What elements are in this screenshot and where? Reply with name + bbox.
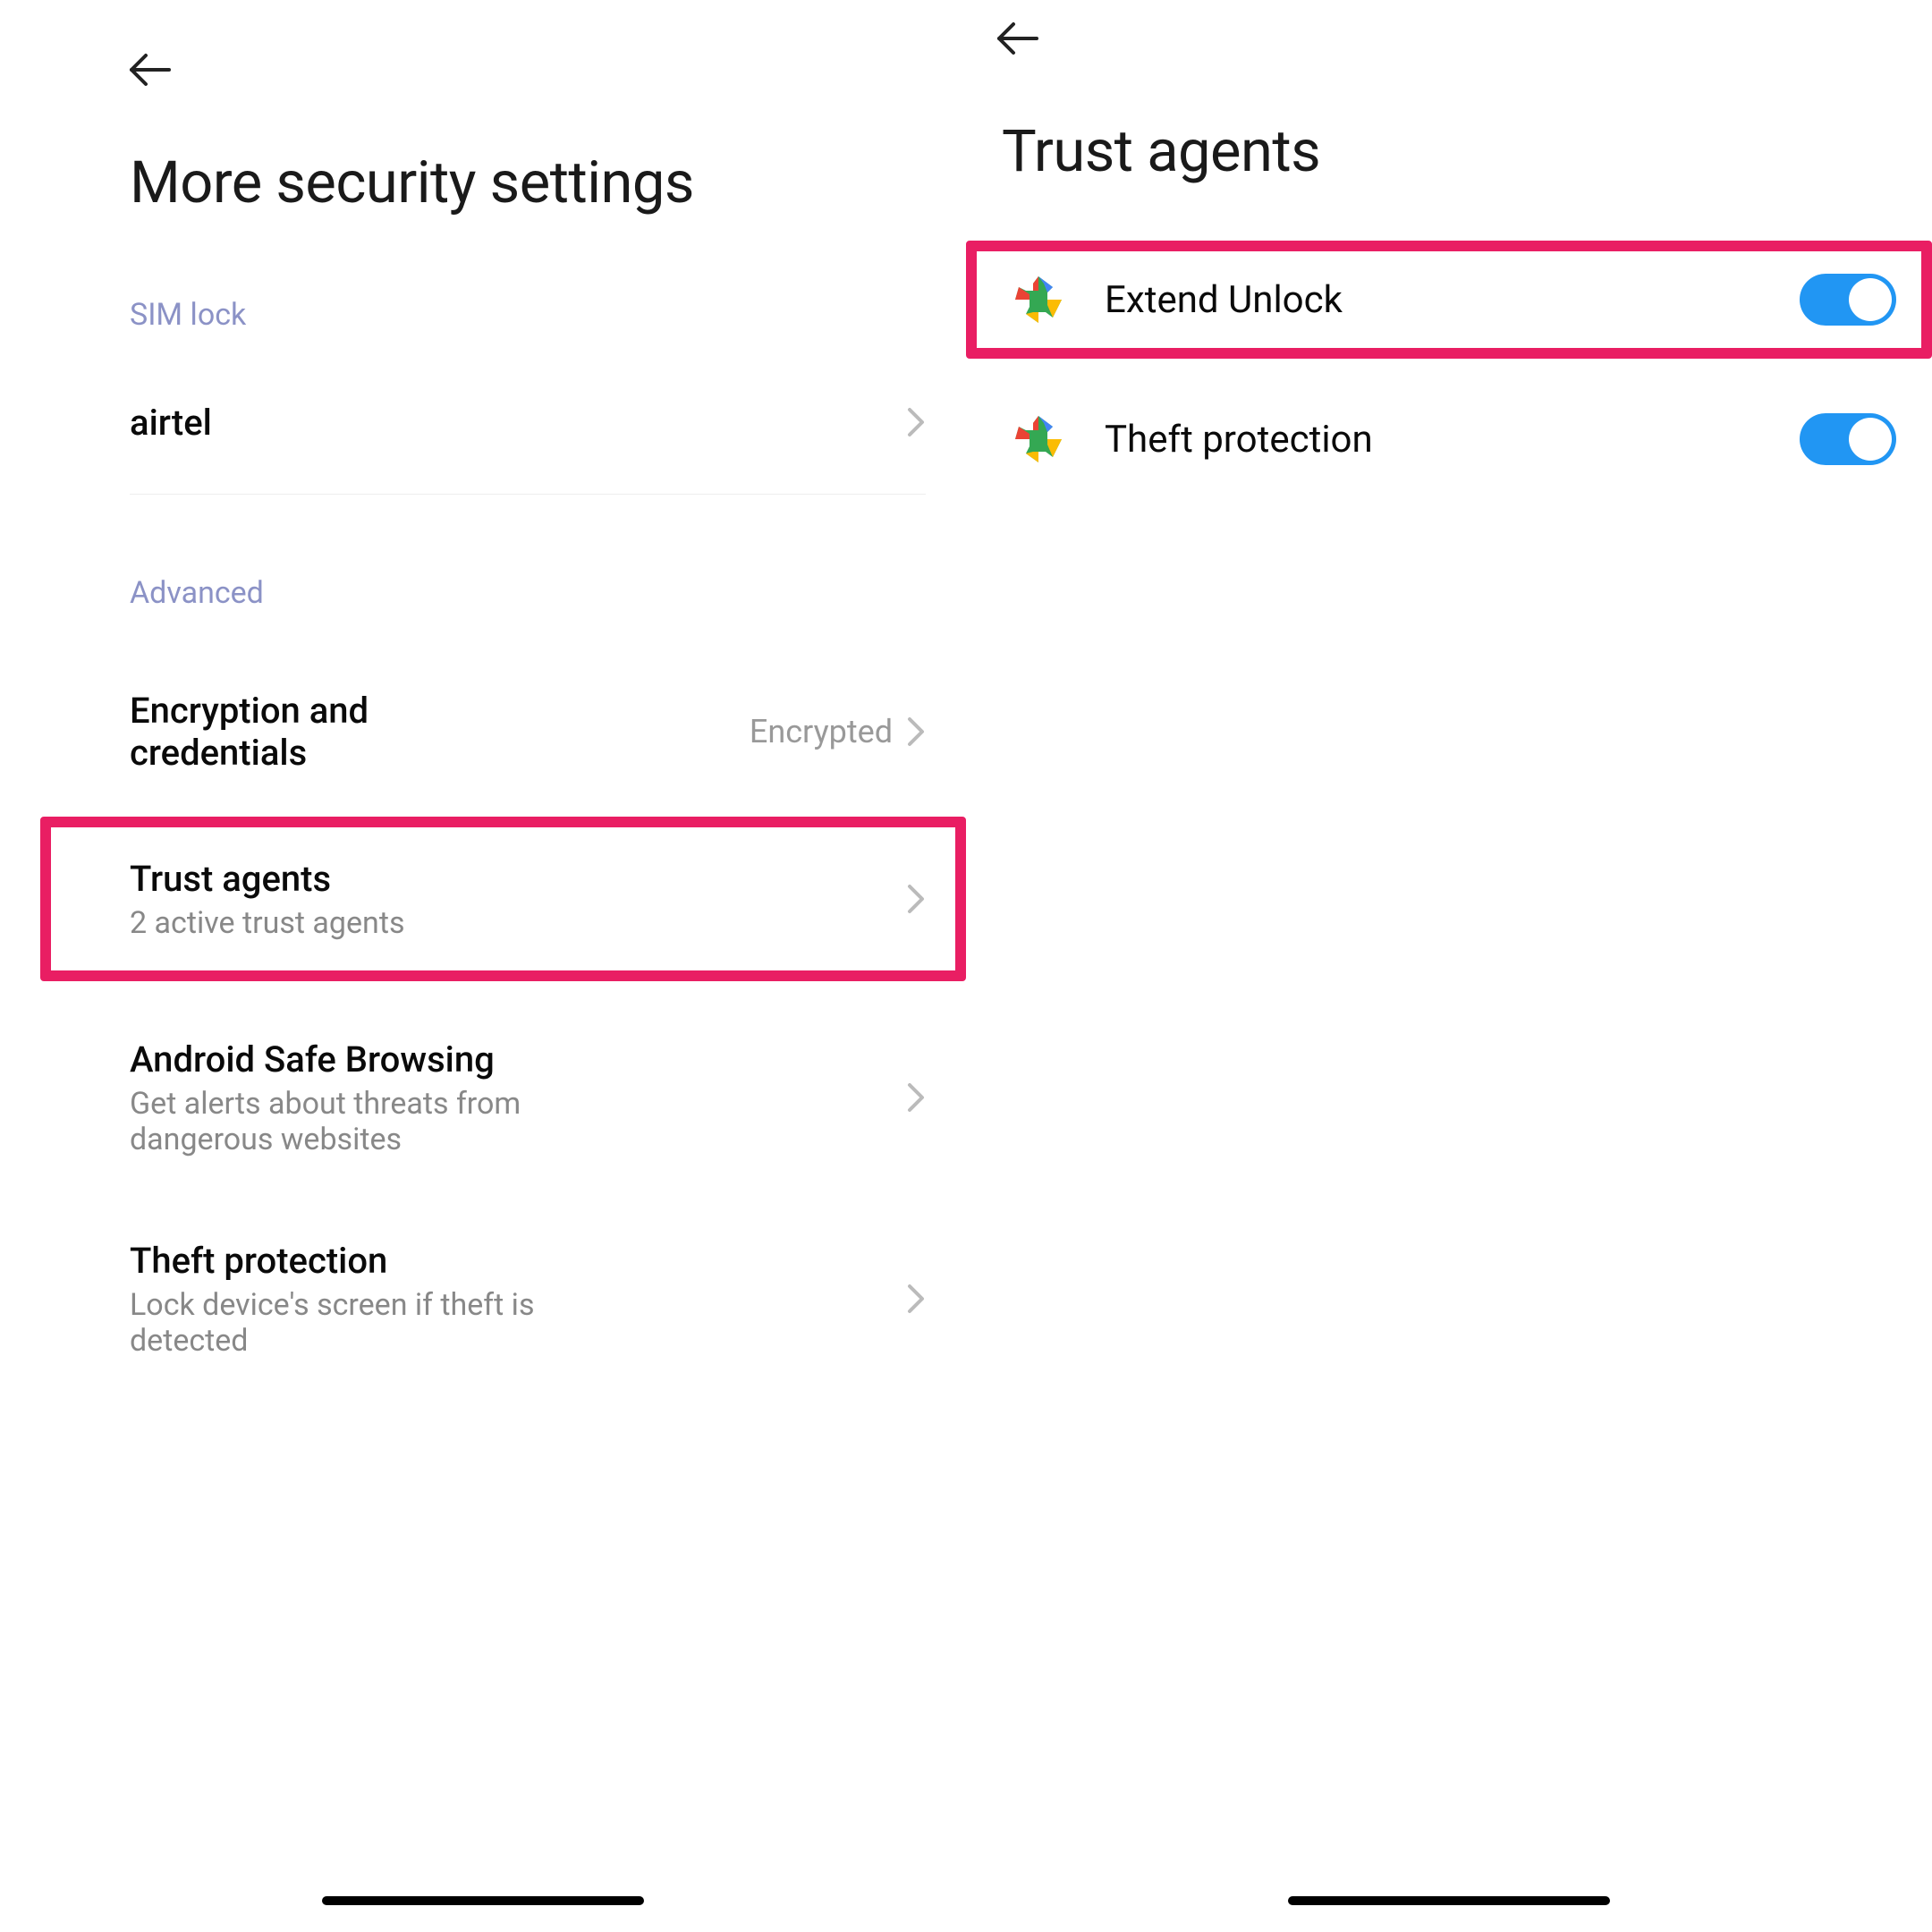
list-item-airtel[interactable]: airtel <box>0 369 966 476</box>
divider <box>130 494 926 495</box>
list-item-title: Android Safe Browsing <box>130 1038 906 1080</box>
nav-indicator[interactable] <box>322 1896 644 1905</box>
nav-indicator[interactable] <box>1288 1896 1610 1905</box>
back-arrow-icon <box>126 52 174 88</box>
list-item-subtitle: 2 active trust agents <box>130 905 906 941</box>
agent-title: Theft protection <box>1105 418 1800 462</box>
google-play-services-icon <box>1015 276 1062 323</box>
toggle-extend-unlock[interactable] <box>1800 274 1896 326</box>
list-item-right <box>906 1283 926 1315</box>
list-item-right <box>906 883 926 915</box>
chevron-right-icon <box>906 1081 926 1114</box>
list-item-subtitle: Lock device's screen if theft is detecte… <box>130 1287 648 1359</box>
agent-item-theft-protection[interactable]: Theft protection <box>966 391 1932 487</box>
section-label-sim-lock: SIM lock <box>130 297 966 333</box>
back-button[interactable] <box>125 45 175 95</box>
chevron-right-icon <box>906 716 926 748</box>
highlight-extend-unlock: Extend Unlock <box>966 241 1932 359</box>
highlight-trust-agents: Trust agents 2 active trust agents <box>40 817 966 981</box>
back-arrow-icon <box>994 21 1042 56</box>
google-play-services-icon <box>1015 416 1062 462</box>
list-item-right <box>906 406 926 438</box>
chevron-right-icon <box>906 883 926 915</box>
agent-item-extend-unlock[interactable]: Extend Unlock <box>977 251 1921 348</box>
list-item-title: airtel <box>130 402 906 444</box>
page-title: More security settings <box>130 148 966 216</box>
toggle-knob <box>1849 278 1892 321</box>
list-item-title: Theft protection <box>130 1240 906 1282</box>
list-item-right <box>906 1081 926 1114</box>
list-item-content: Trust agents 2 active trust agents <box>130 858 906 941</box>
list-item-theft-protection[interactable]: Theft protection Lock device's screen if… <box>0 1209 966 1388</box>
list-item-subtitle: Get alerts about threats from dangerous … <box>130 1086 648 1157</box>
list-item-content: Theft protection Lock device's screen if… <box>130 1240 906 1359</box>
page-title: Trust agents <box>1002 117 1932 185</box>
chevron-right-icon <box>906 406 926 438</box>
list-item-content: Encryption and credentials <box>130 690 750 774</box>
screen-more-security-settings: More security settings SIM lock airtel A… <box>0 0 966 1932</box>
list-item-right: Encrypted <box>750 713 926 750</box>
chevron-right-icon <box>906 1283 926 1315</box>
agent-title: Extend Unlock <box>1105 278 1800 322</box>
list-item-safe-browsing[interactable]: Android Safe Browsing Get alerts about t… <box>0 1004 966 1191</box>
list-item-title: Trust agents <box>130 858 906 900</box>
list-item-trust-agents[interactable]: Trust agents 2 active trust agents <box>51 827 955 970</box>
section-label-advanced: Advanced <box>130 575 966 611</box>
back-button[interactable] <box>993 13 1043 64</box>
toggle-knob <box>1849 418 1892 461</box>
list-item-content: Android Safe Browsing Get alerts about t… <box>130 1038 906 1157</box>
list-item-title: Encryption and credentials <box>130 690 434 774</box>
list-item-encryption[interactable]: Encryption and credentials Encrypted <box>0 647 966 817</box>
toggle-theft-protection[interactable] <box>1800 413 1896 465</box>
list-item-value: Encrypted <box>750 713 893 750</box>
screen-trust-agents: Trust agents Extend Unlock <box>966 0 1932 1932</box>
list-item-content: airtel <box>130 402 906 444</box>
